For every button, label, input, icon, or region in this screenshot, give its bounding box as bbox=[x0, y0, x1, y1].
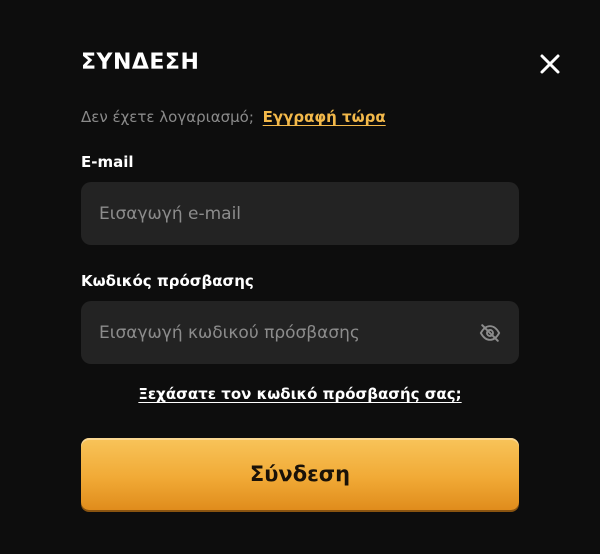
toggle-password-visibility-button[interactable] bbox=[479, 322, 501, 344]
forgot-password-link[interactable]: Ξεχάσατε τον κωδικό πρόσβασής σας; bbox=[138, 385, 461, 403]
email-label: E-mail bbox=[81, 153, 134, 171]
password-field[interactable] bbox=[81, 301, 519, 364]
email-field-container bbox=[81, 182, 519, 245]
close-button[interactable] bbox=[536, 50, 564, 78]
password-label: Κωδικός πρόσβασης bbox=[81, 272, 254, 290]
email-field[interactable] bbox=[81, 182, 519, 245]
register-prompt-text: Δεν έχετε λογαριασμό; bbox=[81, 108, 254, 126]
password-field-container bbox=[81, 301, 519, 364]
close-icon bbox=[540, 54, 560, 74]
login-button[interactable]: Σύνδεση bbox=[81, 438, 519, 510]
register-prompt-row: Δεν έχετε λογαριασμό; Εγγραφή τώρα bbox=[81, 106, 386, 128]
register-link[interactable]: Εγγραφή τώρα bbox=[263, 108, 386, 126]
login-modal: ΣΥΝΔΕΣΗ Δεν έχετε λογαριασμό; Εγγραφή τώ… bbox=[0, 0, 600, 554]
eye-off-icon bbox=[479, 324, 501, 342]
forgot-password-row: Ξεχάσατε τον κωδικό πρόσβασής σας; bbox=[81, 383, 519, 405]
modal-title: ΣΥΝΔΕΣΗ bbox=[81, 50, 200, 75]
